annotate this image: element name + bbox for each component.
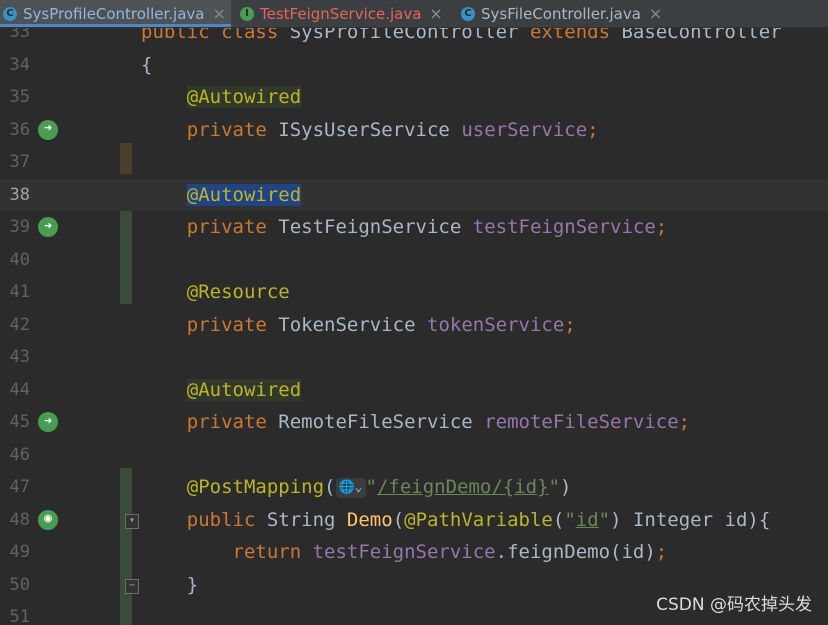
code-text: @Autowired bbox=[186, 86, 302, 108]
code-line[interactable]: 34 { bbox=[0, 49, 828, 82]
code-text: return testFeignService.feignDemo(id); bbox=[232, 541, 668, 563]
code-line[interactable]: 41 @Resource bbox=[0, 276, 828, 309]
line-number: 33 bbox=[9, 28, 30, 42]
code-editor[interactable]: 33 public class SysProfileController exte… bbox=[0, 28, 828, 625]
close-tab-icon[interactable]: × bbox=[212, 4, 225, 23]
tab-testfeignservice[interactable]: I TestFeignService.java × bbox=[237, 0, 452, 27]
line-number: 46 bbox=[9, 444, 30, 465]
code-line[interactable]: 43 bbox=[0, 341, 828, 374]
line-number: 44 bbox=[9, 379, 30, 400]
line-number: 45 bbox=[9, 412, 30, 432]
autowired-arrow-icon[interactable]: ➜ bbox=[38, 119, 58, 140]
code-line[interactable]: 36 ➜ private ISysUserService userService; bbox=[0, 114, 828, 147]
line-number: 40 bbox=[9, 249, 30, 270]
close-tab-icon[interactable]: × bbox=[429, 4, 442, 23]
autowired-arrow-icon[interactable]: ➜ bbox=[38, 217, 58, 237]
code-text: @Autowired bbox=[186, 378, 302, 401]
autowired-arrow-icon[interactable]: ➜ bbox=[38, 412, 58, 432]
code-text: private RemoteFileService remoteFileServ… bbox=[186, 411, 691, 433]
code-text: private TestFeignService testFeignServic… bbox=[186, 216, 668, 238]
class-c-icon: C bbox=[461, 6, 475, 21]
line-number: 47 bbox=[9, 477, 30, 497]
watermark-text: CSDN @码农掉头发 bbox=[656, 595, 812, 615]
line-number: 42 bbox=[9, 314, 30, 335]
code-text: { bbox=[141, 53, 153, 76]
class-c-icon: C bbox=[3, 6, 17, 21]
tab-sysprofilecontroller[interactable]: C SysProfileController.java × bbox=[0, 0, 231, 27]
line-number: 41 bbox=[9, 282, 30, 302]
code-text: public class SysProfileController extend… bbox=[141, 28, 782, 43]
tab-label: SysProfileController.java bbox=[23, 4, 205, 23]
web-endpoint-icon[interactable]: ◉ bbox=[38, 509, 58, 530]
code-line[interactable]: 47 @PostMapping(🌐⌄ "/feignDemo/{id}") bbox=[0, 471, 828, 504]
close-tab-icon[interactable]: × bbox=[649, 4, 662, 23]
line-number: 51 bbox=[9, 607, 30, 625]
line-number: 49 bbox=[9, 542, 30, 562]
line-number: 39 bbox=[9, 217, 30, 237]
code-text: private TokenService tokenService; bbox=[186, 313, 576, 336]
fold-toggle-icon[interactable]: − bbox=[125, 578, 139, 594]
fold-toggle-icon[interactable]: ▾ bbox=[125, 513, 139, 529]
code-line[interactable]: 37 bbox=[0, 146, 828, 179]
code-line[interactable]: 44 @Autowired bbox=[0, 374, 828, 407]
code-text: } bbox=[186, 573, 199, 596]
interface-i-icon: I bbox=[240, 6, 254, 21]
code-text: public String Demo(@PathVariable("id") I… bbox=[186, 508, 771, 531]
code-line[interactable]: 48 ◉ ▾ public String Demo(@PathVariable("i… bbox=[0, 504, 828, 537]
globe-icon[interactable]: 🌐⌄ bbox=[335, 477, 366, 498]
code-line[interactable]: 35 @Autowired bbox=[0, 81, 828, 114]
code-line[interactable]: 42 private TokenService tokenService; bbox=[0, 309, 828, 342]
line-number: 35 bbox=[9, 87, 30, 107]
code-text: private ISysUserService userService; bbox=[186, 118, 599, 141]
tab-label: TestFeignService.java bbox=[260, 4, 422, 23]
code-line[interactable]: 46 bbox=[0, 439, 828, 472]
code-line[interactable]: 49 return testFeignService.feignDemo(id)… bbox=[0, 536, 828, 569]
code-line[interactable]: 38 @Autowired bbox=[0, 178, 828, 211]
code-line[interactable]: 45 ➜ private RemoteFileService remoteFile… bbox=[0, 406, 828, 439]
code-text: @Autowired bbox=[186, 183, 302, 206]
code-line[interactable]: 39 ➜ private TestFeignService testFeignSe… bbox=[0, 211, 828, 244]
line-number: 36 bbox=[9, 119, 30, 140]
line-number: 34 bbox=[9, 54, 30, 75]
line-number: 43 bbox=[9, 347, 30, 367]
line-number: 48 bbox=[9, 509, 30, 530]
code-line[interactable]: 40 bbox=[0, 244, 828, 277]
tab-sysfilecontroller[interactable]: C SysFileController.java × bbox=[458, 0, 672, 27]
tab-label: SysFileController.java bbox=[481, 4, 641, 23]
code-text: @Resource bbox=[186, 281, 290, 303]
editor-tab-bar: C SysProfileController.java × I TestFeignSer… bbox=[0, 0, 828, 28]
line-number: 50 bbox=[9, 574, 30, 595]
code-text: @PostMapping(🌐⌄ "/feignDemo/{id}") bbox=[186, 476, 572, 498]
code-line[interactable]: 33 public class SysProfileController exte… bbox=[0, 28, 828, 49]
line-number: 37 bbox=[9, 152, 30, 172]
line-number: 38 bbox=[9, 184, 30, 205]
